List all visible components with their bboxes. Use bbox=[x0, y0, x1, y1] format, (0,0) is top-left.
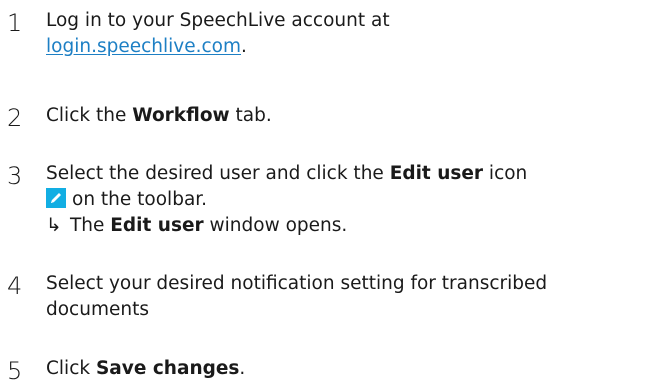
step-line: on the toolbar. bbox=[46, 187, 646, 213]
link-suffix: . bbox=[241, 36, 247, 57]
text-segment: Select the desired user and click the bbox=[46, 163, 390, 184]
step-line: Click Save changes. bbox=[46, 356, 646, 382]
edit-user-window-label: Edit user bbox=[110, 215, 204, 236]
text-segment: window opens. bbox=[203, 215, 348, 236]
text-segment: on the toolbar. bbox=[72, 189, 208, 210]
step-number: 3 bbox=[7, 162, 23, 190]
step-line: documents bbox=[46, 299, 149, 320]
step-line: Select your desired notification setting… bbox=[46, 273, 548, 294]
step-line: Select the desired user and click the Ed… bbox=[46, 161, 646, 187]
step-line: login.speechlive.com. bbox=[46, 34, 646, 60]
result-arrow-icon: ↳ bbox=[46, 215, 62, 236]
text-segment: icon bbox=[483, 163, 528, 184]
text-segment: Click bbox=[46, 358, 96, 379]
login-link[interactable]: login.speechlive.com bbox=[46, 36, 241, 57]
text-segment: The bbox=[70, 215, 111, 236]
step-result: ↳ The Edit user window opens. bbox=[46, 213, 646, 239]
step-line: Log in to your SpeechLive account at bbox=[46, 10, 390, 31]
step-number: 4 bbox=[7, 272, 23, 300]
text-segment: Click the bbox=[46, 105, 133, 126]
step-number: 2 bbox=[7, 104, 23, 132]
text-segment: . bbox=[239, 358, 246, 379]
step-text: Click Save changes. bbox=[46, 356, 646, 382]
text-segment: tab. bbox=[229, 105, 272, 126]
step-text: Log in to your SpeechLive account at log… bbox=[46, 8, 646, 60]
edit-user-label: Edit user bbox=[389, 163, 484, 184]
step-number: 1 bbox=[7, 9, 23, 37]
step-line: Click the Workflow tab. bbox=[46, 103, 646, 129]
step-text: Click the Workflow tab. bbox=[46, 103, 646, 129]
edit-pencil-icon bbox=[46, 188, 66, 208]
save-changes-label: Save changes bbox=[95, 358, 240, 379]
workflow-tab-label: Workflow bbox=[132, 105, 230, 126]
step-text: Select the desired user and click the Ed… bbox=[46, 161, 646, 239]
step-number: 5 bbox=[7, 357, 23, 385]
step-text: Select your desired notification setting… bbox=[46, 271, 646, 323]
